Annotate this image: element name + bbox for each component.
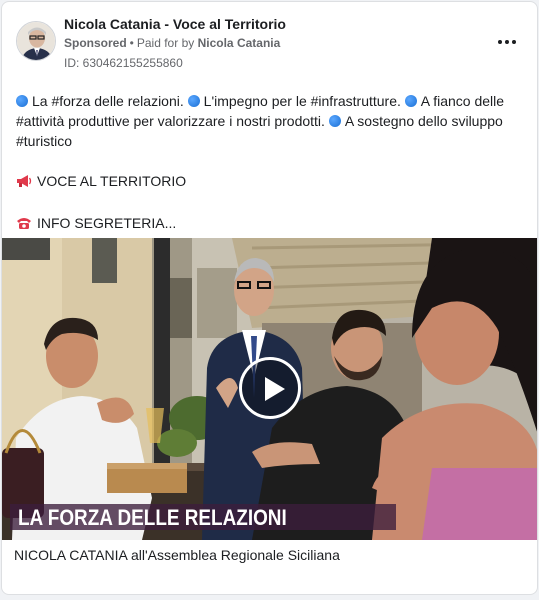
video-title-text: LA FORZA DELLE RELAZIONI	[18, 505, 287, 530]
ad-id: ID: 630462155255860	[64, 56, 183, 70]
page-avatar[interactable]	[16, 21, 56, 61]
page-name[interactable]: Nicola Catania - Voce al Territorio	[64, 16, 286, 32]
more-options-button[interactable]	[495, 32, 519, 52]
video-caption[interactable]: NICOLA CATANIA all'Assemblea Regionale S…	[14, 547, 340, 563]
post-paragraph-info: INFO SEGRETERIA...	[16, 213, 526, 235]
blue-circle-icon	[16, 95, 28, 107]
post-text-item: La #forza delle relazioni.	[32, 93, 184, 109]
ad-card: Nicola Catania - Voce al Territorio Spon…	[1, 1, 538, 595]
info-line-text[interactable]: INFO SEGRETERIA...	[37, 215, 176, 231]
more-horizontal-icon	[498, 40, 502, 44]
meta-separator: •	[129, 36, 134, 50]
paid-by-prefix: Paid for by	[136, 36, 195, 50]
post-header: Nicola Catania - Voce al Territorio Spon…	[2, 2, 537, 82]
video-thumbnail[interactable]: LA FORZA DELLE RELAZIONI	[2, 238, 537, 540]
blue-circle-icon	[187, 95, 200, 107]
paid-by-name: Nicola Catania	[197, 36, 281, 50]
sponsored-label: Sponsored	[64, 36, 127, 50]
post-paragraph-voice: VOCE AL TERRITORIO	[16, 171, 526, 193]
post-body-text: La #forza delle relazioni. L'impegno per…	[16, 91, 526, 235]
voice-line-text: VOCE AL TERRITORIO	[37, 173, 187, 189]
blue-circle-icon	[404, 95, 417, 107]
megaphone-icon	[16, 173, 32, 193]
play-icon[interactable]	[239, 357, 301, 419]
post-text-item: L'impegno per le #infrastrutture.	[203, 93, 401, 109]
post-paragraph-main: La #forza delle relazioni. L'impegno per…	[16, 91, 526, 151]
telephone-icon	[16, 215, 32, 235]
blue-circle-icon	[328, 115, 341, 127]
sponsored-line: Sponsored • Paid for by Nicola Catania	[64, 36, 280, 50]
